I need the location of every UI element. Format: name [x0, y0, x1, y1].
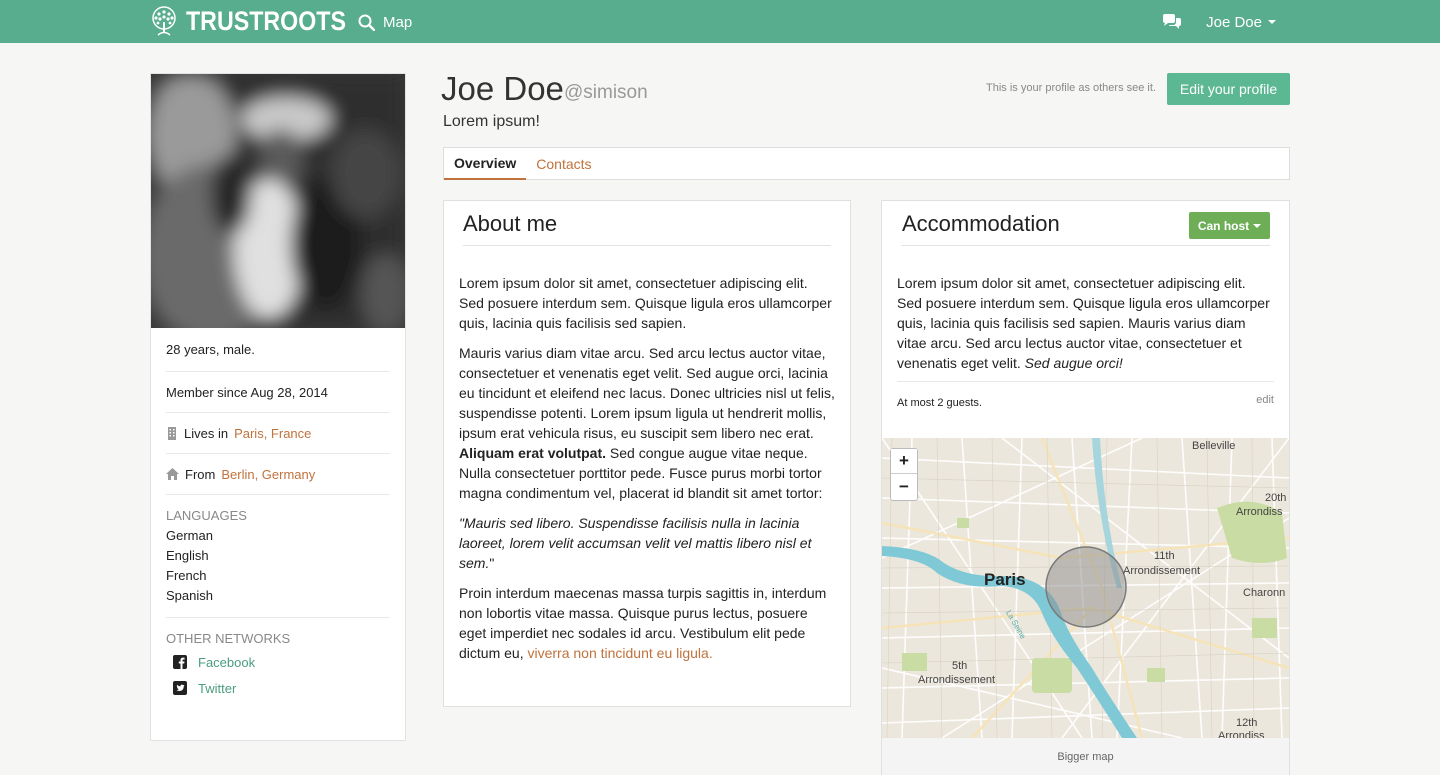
accommodation-divider [897, 381, 1274, 382]
lives-in-place-link[interactable]: Paris, France [234, 426, 311, 441]
map-tiles [882, 438, 1289, 738]
other-networks-title: OTHER NETWORKS [166, 631, 291, 646]
map-label-11th: 11th [1154, 550, 1175, 562]
profile-tabs: Overview Contacts [443, 147, 1290, 180]
edit-accommodation-link[interactable]: edit [1256, 394, 1274, 406]
accommodation-text: Lorem ipsum dolor sit amet, consectetuer… [897, 273, 1274, 373]
language-item: German [166, 528, 213, 543]
about-me-title: About me [463, 211, 558, 236]
zoom-in-button[interactable]: + [891, 449, 917, 474]
section-divider [166, 617, 390, 618]
search-icon [358, 14, 375, 31]
map-label-5th: 5th [952, 660, 968, 672]
title-divider [463, 245, 831, 246]
map-label-12th: 12th [1236, 717, 1258, 729]
languages-list: German English French Spanish [166, 526, 390, 606]
chevron-down-icon [1268, 20, 1276, 24]
nav-right: Joe Doe [1162, 11, 1276, 33]
facebook-icon [173, 655, 187, 669]
map-label-5th-word: Arrondissement [918, 674, 996, 686]
about-paragraph-text: Mauris varius diam vitae arcu. Sed arcu … [459, 345, 835, 441]
profile-photo [151, 74, 405, 328]
accommodation-title: Accommodation [902, 211, 1060, 236]
twitter-link[interactable]: Twitter [198, 681, 236, 696]
network-twitter-row: Twitter [166, 675, 390, 701]
lives-in-label: Lives in [184, 425, 229, 441]
languages-title: LANGUAGES [166, 508, 247, 523]
accommodation-italic-text: Sed augue orci! [1024, 355, 1123, 371]
about-quote: "Mauris sed libero. Suspendisse facilisi… [459, 513, 835, 573]
chevron-down-icon [1253, 223, 1262, 228]
user-menu-name: Joe Doe [1206, 13, 1262, 31]
age-gender-row: 28 years, male. [166, 328, 390, 372]
language-item: English [166, 548, 209, 563]
about-bold-text: Aliquam erat volutpat. [459, 445, 607, 461]
profile-tagline: Lorem ipsum! [443, 113, 540, 130]
member-since-text: Member since Aug 28, 2014 [166, 384, 328, 400]
nav-map-link[interactable]: Map [358, 11, 412, 33]
language-item: Spanish [166, 588, 213, 603]
hosting-status-label: Can host [1197, 218, 1250, 233]
max-guests-text: At most 2 guests. [897, 397, 982, 409]
messages-icon[interactable] [1162, 14, 1182, 30]
user-menu-dropdown[interactable]: Joe Doe [1206, 14, 1276, 31]
about-quote-close: " [489, 555, 495, 571]
about-paragraph: Lorem ipsum dolor sit amet, consectetuer… [459, 275, 832, 331]
map-label-20th-word: Arrondiss [1236, 506, 1283, 518]
about-paragraph: Mauris varius diam vitae arcu. Sed arcu … [459, 343, 835, 503]
tab-overview[interactable]: Overview [444, 148, 527, 180]
top-navbar: TRUSTROOTS Map Joe Doe [0, 0, 1440, 43]
from-place-link[interactable]: Berlin, Germany [221, 467, 315, 482]
title-divider [901, 245, 1270, 246]
member-since-row: Member since Aug 28, 2014 [166, 372, 390, 413]
bigger-map-link[interactable]: Bigger map [882, 738, 1289, 775]
map-city-label: Paris [984, 570, 1026, 589]
map-label-11th-word: Arrondissement [1123, 565, 1201, 577]
home-icon [166, 468, 179, 480]
map-label-20th: 20th [1265, 492, 1287, 504]
from-row: From Berlin, Germany [166, 454, 390, 495]
building-icon [168, 426, 176, 440]
tab-contacts[interactable]: Contacts [526, 148, 601, 179]
profile-sidebar: 28 years, male. Member since Aug 28, 201… [150, 73, 406, 741]
about-inline-link[interactable]: viverra non tincidunt eu ligula. [527, 645, 712, 661]
from-label: From [185, 466, 216, 482]
edit-profile-button[interactable]: Edit your profile [1167, 73, 1290, 105]
brand-logo-link[interactable]: TRUSTROOTS [148, 5, 372, 38]
profile-view-hint: This is your profile as others see it. [986, 82, 1156, 94]
language-item: French [166, 568, 207, 583]
profile-username: @simison [564, 82, 648, 103]
brand-name: TRUSTROOTS [186, 6, 346, 36]
hosting-status-dropdown[interactable]: Can host [1189, 212, 1270, 239]
accommodation-panel: Accommodation Can host Lorem ipsum dolor… [881, 200, 1290, 775]
zoom-out-button[interactable]: − [891, 474, 917, 499]
profile-name: Joe Doe [441, 70, 564, 107]
map-zoom-controls: + − [890, 448, 918, 501]
network-facebook-row: Facebook [166, 649, 390, 675]
tree-logo-icon [152, 5, 176, 36]
location-map[interactable]: + − Paris Belleville 20th Arrondiss 11th… [882, 438, 1289, 738]
about-me-text: Lorem ipsum dolor sit amet, consectetuer… [459, 273, 835, 673]
nav-map-label: Map [383, 13, 413, 31]
lives-in-row: Lives in Paris, France [166, 413, 390, 454]
about-paragraph: Proin interdum maecenas massa turpis sag… [459, 583, 835, 663]
about-quote-text: "Mauris sed libero. Suspendisse facilisi… [459, 515, 812, 571]
facebook-link[interactable]: Facebook [198, 655, 255, 670]
profile-details: 28 years, male. Member since Aug 28, 201… [151, 328, 405, 701]
twitter-icon [173, 681, 187, 695]
map-label-belleville: Belleville [1192, 440, 1236, 452]
map-label-charonne: Charonn [1243, 587, 1286, 599]
map-label-12th-word: Arrondiss [1218, 730, 1265, 738]
about-me-panel: About me Lorem ipsum dolor sit amet, con… [443, 200, 851, 707]
age-gender-text: 28 years, male. [166, 342, 255, 357]
